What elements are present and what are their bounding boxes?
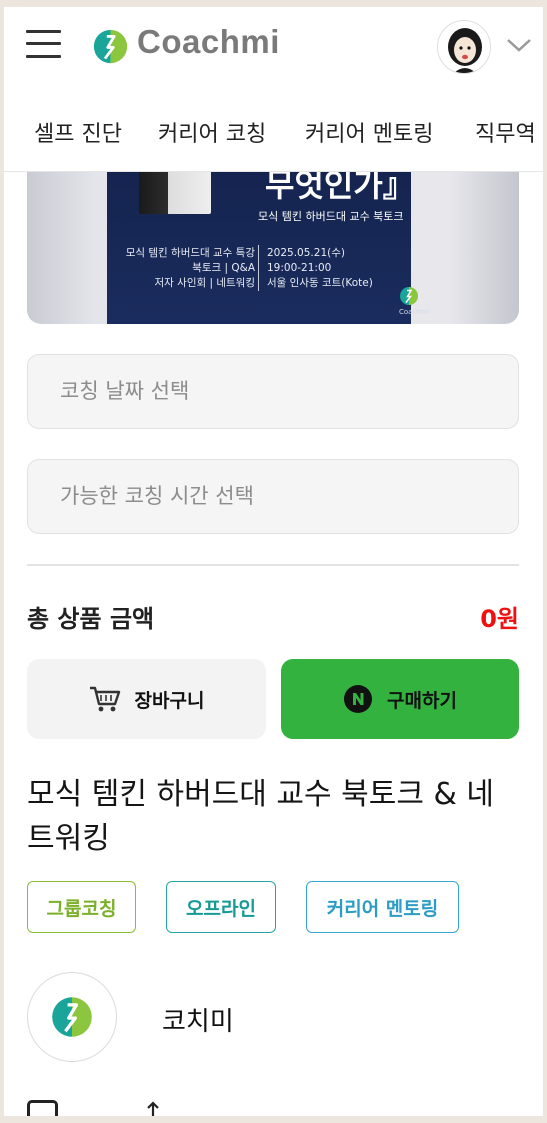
- nav-item-self-diagnosis[interactable]: 셀프 진단: [34, 116, 122, 148]
- tag-career-mentoring[interactable]: 커리어 멘토링: [306, 881, 459, 933]
- coaching-time-select[interactable]: 가능한 코칭 시간 선택: [27, 459, 519, 534]
- poster-subtitle: 모식 템킨 하버드대 교수 북토크: [258, 210, 404, 223]
- poster-program: 모식 템킨 하버드대 교수 특강 북토크 | Q&A 저자 사인회 | 네트워킹: [125, 247, 255, 289]
- logo-text[interactable]: Coachmi: [137, 23, 280, 61]
- product-title: 모식 템킨 하버드대 교수 북토크 & 네트워킹: [27, 777, 495, 856]
- nav-item-career-mentoring[interactable]: 커리어 멘토링: [305, 116, 433, 148]
- total-label: 총 상품 금액: [27, 605, 155, 633]
- coach-name[interactable]: 코치미: [162, 1001, 234, 1038]
- divider: [27, 564, 519, 566]
- tag-offline[interactable]: 오프라인: [166, 881, 276, 933]
- coachmi-logo-icon[interactable]: [92, 28, 129, 65]
- tag-group-coaching[interactable]: 그룹코칭: [27, 881, 136, 933]
- date-placeholder: 코칭 날짜 선택: [60, 379, 190, 403]
- category-nav: 셀프 진단 커리어 코칭 커리어 멘토링 직무역: [4, 92, 543, 172]
- checkbox-icon[interactable]: [27, 1100, 58, 1116]
- buy-label: 구매하기: [387, 689, 457, 712]
- nav-item-career-coaching[interactable]: 커리어 코칭: [158, 116, 266, 148]
- event-poster: 무엇인가』 모식 템킨 하버드대 교수 북토크 모식 템킨 하버드대 교수 특강…: [107, 172, 430, 324]
- nav-item-job[interactable]: 직무역: [475, 116, 536, 148]
- poster-logo-text: Coachmi: [399, 308, 430, 316]
- cart-icon: [89, 686, 120, 712]
- total-price: 0원: [480, 605, 519, 633]
- cart-label: 장바구니: [134, 689, 205, 712]
- avatar[interactable]: [437, 20, 491, 74]
- poster-title: 무엇인가』: [265, 172, 415, 204]
- coach-avatar[interactable]: [27, 972, 117, 1062]
- menu-icon[interactable]: [26, 29, 61, 59]
- naver-n-icon: [344, 685, 373, 713]
- product-banner: 무엇인가』 모식 템킨 하버드대 교수 북토크 모식 템킨 하버드대 교수 특강…: [27, 172, 519, 324]
- buy-button[interactable]: 구매하기: [281, 659, 519, 739]
- header: Coachmi: [4, 7, 543, 92]
- app-frame: Coachmi 셀프 진단 커리어 코칭 커리어 멘토링 직무역 무엇인가』 모…: [4, 7, 543, 1116]
- poster-schedule: 2025.05.21(수) 19:00-21:00 서울 인사동 코트(Kote…: [267, 247, 373, 289]
- coachmi-logo-icon: [400, 287, 418, 305]
- coachmi-logo-icon: [52, 997, 92, 1037]
- add-to-cart-button[interactable]: 장바구니: [27, 659, 266, 739]
- book-cover: [139, 172, 211, 214]
- coaching-date-select[interactable]: 코칭 날짜 선택: [27, 354, 519, 429]
- poster-divider: [258, 245, 259, 291]
- time-placeholder: 가능한 코칭 시간 선택: [60, 484, 254, 508]
- chevron-down-icon[interactable]: [504, 35, 534, 55]
- share-icon[interactable]: [144, 1101, 162, 1116]
